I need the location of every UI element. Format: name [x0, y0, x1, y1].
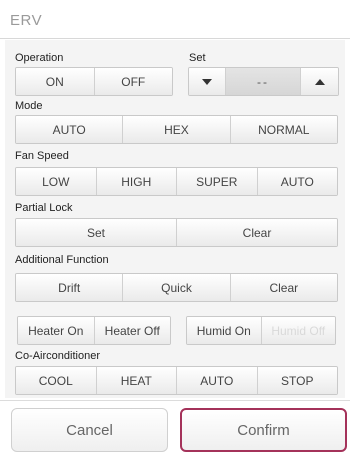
partial-lock-label: Partial Lock: [15, 202, 73, 214]
confirm-button[interactable]: Confirm: [180, 408, 347, 452]
title-divider: [0, 38, 350, 39]
mode-group: AUTO HEX NORMAL: [15, 115, 338, 144]
additional-function-label: Additional Function: [15, 254, 109, 266]
partial-lock-set-button[interactable]: Set: [16, 219, 177, 246]
heater-on-button[interactable]: Heater On: [18, 317, 95, 344]
function-clear-button[interactable]: Clear: [230, 274, 337, 301]
fan-speed-group: LOW HIGH SUPER AUTO: [15, 167, 338, 196]
mode-auto-button[interactable]: AUTO: [16, 116, 124, 143]
operation-on-button[interactable]: ON: [16, 68, 95, 95]
operation-label: Operation: [15, 52, 64, 64]
co-air-cool-button[interactable]: COOL: [16, 367, 97, 394]
additional-function-group: Drift Quick Clear: [15, 273, 338, 302]
mode-normal-button[interactable]: NORMAL: [230, 116, 337, 143]
set-stepper: --: [188, 67, 339, 96]
operation-off-button[interactable]: OFF: [94, 68, 172, 95]
window-title: ERV: [10, 12, 43, 29]
function-drift-button[interactable]: Drift: [16, 274, 124, 301]
mode-hex-button[interactable]: HEX: [123, 116, 231, 143]
co-airconditioner-label: Co-Airconditioner: [15, 350, 100, 362]
fan-speed-low-button[interactable]: LOW: [16, 168, 97, 195]
triangle-down-icon: [202, 78, 212, 85]
co-air-heat-button[interactable]: HEAT: [96, 367, 177, 394]
set-label: Set: [189, 52, 206, 64]
heater-off-button[interactable]: Heater Off: [94, 317, 170, 344]
heater-group: Heater On Heater Off: [17, 316, 171, 345]
operation-group: ON OFF: [15, 67, 173, 96]
fan-speed-auto-button[interactable]: AUTO: [257, 168, 337, 195]
humid-group: Humid On Humid Off: [186, 316, 336, 345]
set-increase-button[interactable]: [301, 68, 338, 95]
humid-off-button: Humid Off: [261, 317, 335, 344]
partial-lock-group: Set Clear: [15, 218, 338, 247]
settings-panel: Operation ON OFF Set -- Mode AUTO HEX NO…: [5, 40, 345, 398]
fan-speed-label: Fan Speed: [15, 150, 69, 162]
set-value: --: [226, 68, 301, 95]
co-air-stop-button[interactable]: STOP: [257, 367, 337, 394]
partial-lock-clear-button[interactable]: Clear: [177, 219, 337, 246]
footer-divider: [0, 400, 350, 401]
co-air-auto-button[interactable]: AUTO: [177, 367, 258, 394]
fan-speed-super-button[interactable]: SUPER: [177, 168, 258, 195]
triangle-up-icon: [314, 78, 325, 85]
co-airconditioner-group: COOL HEAT AUTO STOP: [15, 366, 338, 395]
set-decrease-button[interactable]: [189, 68, 226, 95]
function-quick-button[interactable]: Quick: [123, 274, 231, 301]
humid-on-button[interactable]: Humid On: [187, 317, 262, 344]
mode-label: Mode: [15, 100, 43, 112]
cancel-button[interactable]: Cancel: [11, 408, 168, 452]
fan-speed-high-button[interactable]: HIGH: [96, 168, 177, 195]
